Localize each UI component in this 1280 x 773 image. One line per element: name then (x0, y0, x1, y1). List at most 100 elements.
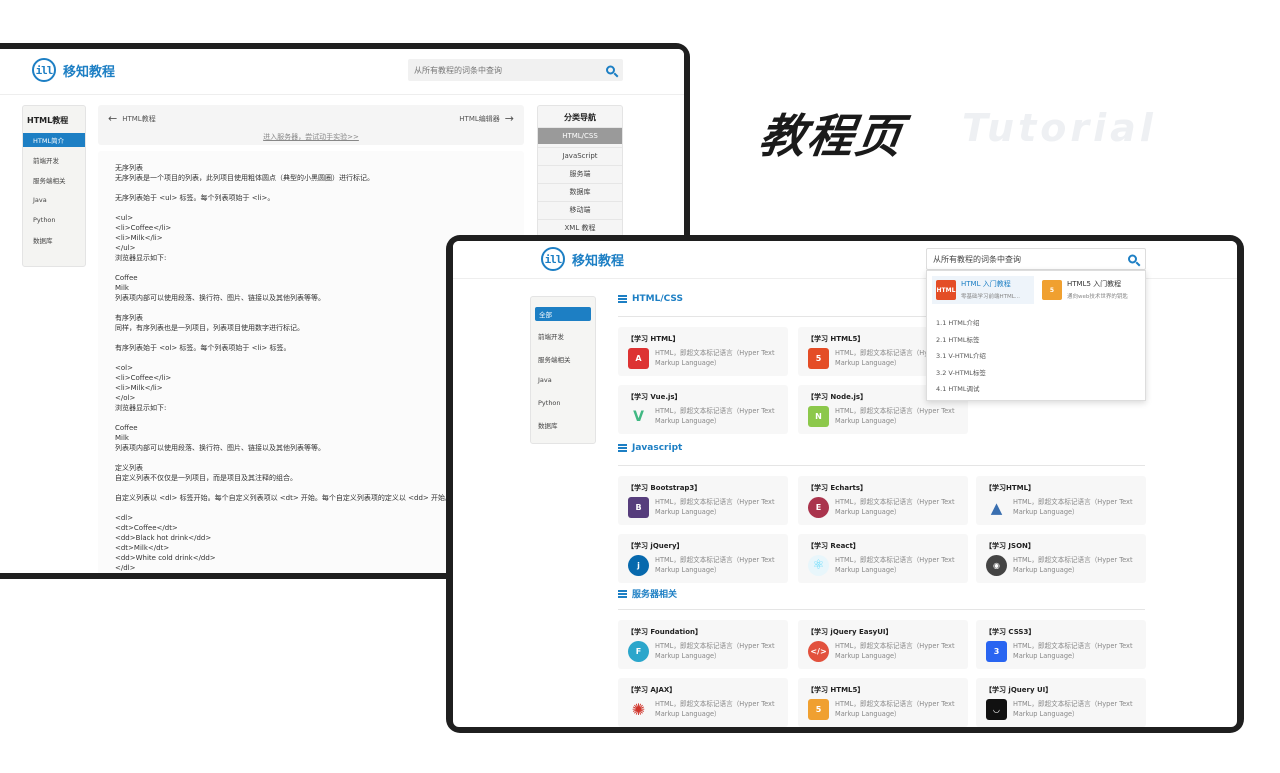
course-card[interactable]: 【学习 Vue.js】 V HTML，即超文本标记语言（Hyper Text Mar… (618, 385, 788, 434)
category-server[interactable]: 服务端 (538, 165, 622, 182)
react-icon: ⚛ (808, 555, 829, 576)
arrow-right-icon: → (504, 112, 514, 125)
section-heading: 服务器相关 (618, 587, 677, 600)
course-card-desc: HTML，即超文本标记语言（Hyper Text Markup Language… (1013, 642, 1133, 660)
course-card-desc: HTML，即超文本标记语言（Hyper Text Markup Language… (655, 642, 775, 660)
article-line: <li>Milk</li> (115, 384, 163, 392)
course-card[interactable]: 【学习 Foundation】 F HTML，即超文本标记语言（Hyper Text… (618, 620, 788, 669)
course-card[interactable]: 【学习 Bootstrap3】 B HTML，即超文本标记语言（Hyper Text… (618, 476, 788, 525)
article-line: 有序列表始于 <ol> 标签。每个列表项始于 <li> 标签。 (115, 344, 291, 352)
category-html-css[interactable]: HTML/CSS (538, 127, 622, 144)
course-card-desc: HTML，即超文本标记语言（Hyper Text Markup Language… (835, 498, 955, 516)
search-icon[interactable] (1128, 254, 1137, 264)
course-card[interactable]: 【学习 HTML】 A HTML，即超文本标记语言（Hyper Text Marku… (618, 327, 788, 376)
back-logo[interactable]: ill 移知教程 (32, 58, 115, 82)
try-link[interactable]: 进入服务器，尝试动手实验>> (98, 132, 524, 142)
course-card-title: 【学习 Node.js】 (807, 393, 868, 401)
front-sidebar-item[interactable]: 数据库 (531, 418, 595, 432)
front-device-screen: ill 移知教程 全部前端开发服务端相关 Java Python 数据库 HTML/C… (453, 241, 1237, 727)
ajax-icon: ✺ (631, 700, 646, 719)
section-heading: HTML/CSS (618, 294, 683, 304)
front-sidebar-item[interactable]: Python (531, 396, 595, 410)
course-card-desc: HTML，即超文本标记语言（Hyper Text Markup Language… (655, 556, 775, 574)
dropdown-card-desc: 零基础学习前端HTML... (961, 294, 1021, 300)
article-line (115, 183, 452, 193)
article-line: </dl> (115, 564, 136, 572)
category-mobile[interactable]: 移动端 (538, 201, 622, 218)
dropdown-course-card[interactable]: 5 HTML5 入门教程 通向web技术世界的钥匙 (1038, 276, 1140, 304)
sidebar-item-python[interactable]: Python (23, 213, 85, 227)
html5-icon: 5 (808, 699, 829, 720)
article-line (115, 333, 452, 343)
front-sidebar: 全部前端开发服务端相关 Java Python 数据库 (530, 296, 596, 444)
html5-icon: 5 (808, 348, 829, 369)
search-value: 从所有教程的词条中查询 (933, 254, 1021, 264)
front-sidebar-item[interactable]: 前端开发 (531, 329, 595, 343)
course-card[interactable]: 【学习 HTML5】 5 HTML，即超文本标记语言（Hyper Text Mark… (798, 678, 968, 727)
dropdown-item[interactable]: 4.1 HTML调试 (936, 383, 980, 393)
article-line (115, 203, 452, 213)
course-card-desc: HTML，即超文本标记语言（Hyper Text Markup Language… (655, 498, 775, 516)
front-logo[interactable]: ill 移知教程 (541, 247, 624, 271)
article-line: 自定义列表以 <dl> 标签开始。每个自定义列表项以 <dt> 开始。每个自定义… (115, 494, 453, 502)
course-card[interactable]: 【学习 jQuery UI】 ◡ HTML，即超文本标记语言（Hyper Text … (976, 678, 1146, 727)
course-card-title: 【学习 jQuery UI】 (985, 686, 1053, 694)
sidebar-item-frontend[interactable]: 前端开发 (23, 153, 85, 167)
list-icon (618, 444, 627, 452)
article-line: <li>Milk</li> (115, 234, 163, 242)
course-card-title: 【学习 React】 (807, 542, 860, 550)
html5-icon: 5 (1042, 280, 1062, 300)
course-card[interactable]: 【学习 Echarts】 E HTML，即超文本标记语言（Hyper Text Ma… (798, 476, 968, 525)
hero-title: 教程页 (755, 109, 908, 163)
article-body: 无序列表 无序列表是一个项目的列表，此列项目使用粗体圆点（典型的小黑圆圈）进行标记… (115, 163, 452, 573)
course-card-desc: HTML，即超文本标记语言（Hyper Text Markup Language… (1013, 498, 1133, 516)
list-icon (618, 589, 627, 598)
front-sidebar-item[interactable]: Java (531, 373, 595, 387)
course-card[interactable]: 【学习HTML】 ▲ HTML，即超文本标记语言（Hyper Text Markup… (976, 476, 1146, 525)
article-line: 无序列表 (115, 164, 143, 172)
css3-icon: 3 (986, 641, 1007, 662)
logo-mark-icon: ill (32, 58, 56, 82)
article-line: Milk (115, 434, 129, 442)
category-xml[interactable]: XML 教程 (538, 219, 622, 236)
course-card[interactable]: 【学习 AJAX】 ✺ HTML，即超文本标记语言（Hyper Text Marku… (618, 678, 788, 727)
article-line: 列表项内部可以使用段落、换行符、图片、链接以及其他列表等等。 (115, 294, 325, 302)
course-card[interactable]: 【学习 CSS3】 3 HTML，即超文本标记语言（Hyper Text Marku… (976, 620, 1146, 669)
front-sidebar-item[interactable]: 服务端相关 (531, 352, 595, 366)
back-nav-bar: ← HTML教程 HTML编辑器 → 进入服务器，尝试动手实验>> (98, 105, 524, 145)
front-sidebar-item[interactable]: 全部 (535, 307, 591, 321)
dropdown-card-title: HTML5 入门教程 (1067, 280, 1122, 288)
sidebar-item-database[interactable]: 数据库 (23, 233, 85, 247)
dropdown-course-card[interactable]: HTML HTML 入门教程 零基础学习前端HTML... (932, 276, 1034, 304)
search-icon[interactable] (606, 65, 615, 75)
category-database[interactable]: 数据库 (538, 183, 622, 200)
dropdown-item[interactable]: 2.1 HTML标签 (936, 334, 980, 344)
course-card[interactable]: 【学习 JSON】 ◉ HTML，即超文本标记语言（Hyper Text Marku… (976, 534, 1146, 583)
category-javascript[interactable]: JavaScript (538, 147, 622, 164)
course-card-title: 【学习 Echarts】 (807, 484, 868, 492)
course-card[interactable]: 【学习 React】 ⚛ HTML，即超文本标记语言（Hyper Text Mark… (798, 534, 968, 583)
list-icon (618, 295, 627, 303)
sidebar-item-java[interactable]: Java (23, 193, 85, 207)
back-search-input[interactable]: 从所有教程的词条中查询 (408, 59, 623, 81)
sidebar-item-html-intro[interactable]: HTML简介 (23, 133, 85, 147)
node-icon: N (808, 406, 829, 427)
article-line: <dl> (115, 514, 134, 522)
dropdown-item[interactable]: 1.1 HTML介绍 (936, 317, 980, 327)
article-line: Milk (115, 284, 129, 292)
prev-link[interactable]: ← HTML教程 (108, 112, 156, 125)
front-search-input[interactable]: 从所有教程的词条中查询 (926, 248, 1146, 270)
article-line: <li>Coffee</li> (115, 224, 172, 232)
course-card-title: 【学习 HTML5】 (807, 686, 865, 694)
section-divider (618, 609, 1145, 610)
sidebar-item-server[interactable]: 服务端相关 (23, 173, 85, 187)
dropdown-item[interactable]: 3.2 V-HTML标签 (936, 367, 986, 377)
article-line: </ul> (115, 244, 136, 252)
dropdown-item[interactable]: 3.1 V-HTML介绍 (936, 350, 986, 360)
section-heading: Javascript (618, 443, 682, 453)
course-card-title: 【学习 HTML】 (627, 335, 680, 343)
course-card[interactable]: 【学习 jQuery】 j HTML，即超文本标记语言（Hyper Text Mar… (618, 534, 788, 583)
course-card-desc: HTML，即超文本标记语言（Hyper Text Markup Language… (655, 700, 775, 718)
course-card[interactable]: 【学习 jQuery EasyUI】 </> HTML，即超文本标记语言（Hyper… (798, 620, 968, 669)
next-link[interactable]: HTML编辑器 → (459, 112, 514, 125)
